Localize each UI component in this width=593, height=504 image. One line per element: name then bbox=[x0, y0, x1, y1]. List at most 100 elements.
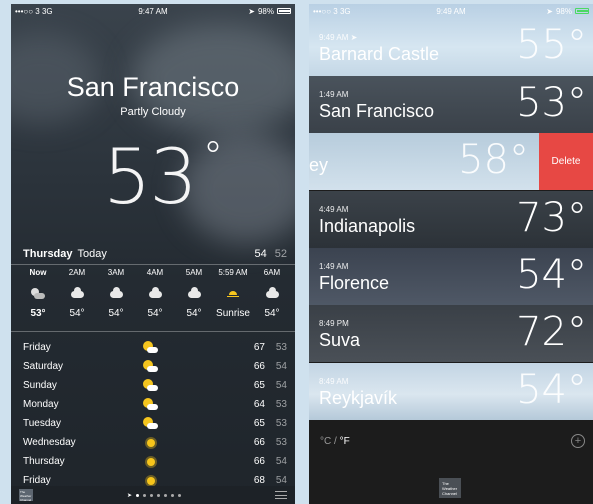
day-high: 65 bbox=[253, 380, 265, 391]
status-bar: •••○○ 3 3G 9:49 AM ➤ 98% bbox=[309, 4, 593, 18]
delete-button[interactable]: Delete bbox=[539, 133, 593, 191]
hour-temp: 54° bbox=[108, 308, 124, 319]
clock: 9:47 AM bbox=[138, 6, 168, 16]
daily-row: Monday 64 53 bbox=[23, 395, 287, 414]
day-low: 53 bbox=[275, 418, 287, 429]
city-row-name: Suva bbox=[319, 330, 361, 351]
today-low: 52 bbox=[274, 248, 287, 260]
city-row[interactable]: 1:49 AM Florence 54° bbox=[309, 247, 593, 305]
day-low: 54 bbox=[275, 456, 287, 467]
day-high: 65 bbox=[253, 418, 265, 429]
hour-temp: 54° bbox=[264, 308, 280, 319]
hour-label: 2AM bbox=[68, 268, 86, 277]
daily-row: Friday 67 53 bbox=[23, 338, 287, 357]
hourly-item: Now 53° bbox=[19, 268, 57, 319]
day-high: 66 bbox=[253, 437, 265, 448]
sun-icon bbox=[147, 438, 155, 447]
city-list-icon[interactable] bbox=[275, 491, 287, 499]
city-row-name: Reykjavík bbox=[319, 387, 398, 408]
unit-separator: / bbox=[331, 436, 340, 447]
city-row-temp: 55° bbox=[516, 22, 587, 68]
hourly-item: 6AM 54° bbox=[253, 268, 291, 319]
city-row-temp: 54° bbox=[516, 366, 587, 413]
city-row-temp: 73° bbox=[516, 194, 587, 241]
city-row-name: Indianapolis bbox=[319, 215, 416, 236]
hourly-item: 3AM 54° bbox=[97, 268, 135, 319]
city-row-name: San Francisco bbox=[319, 101, 435, 122]
battery-icon bbox=[277, 8, 291, 14]
city-row-temp: 72° bbox=[516, 309, 587, 356]
partly-sunny-icon bbox=[144, 398, 158, 411]
daily-row: Tuesday 65 53 bbox=[23, 414, 287, 433]
unit-toggle[interactable]: °C / °F bbox=[320, 436, 350, 447]
hour-label: Now bbox=[29, 268, 47, 277]
city-row[interactable]: 8:49 AM Reykjavík 54° bbox=[309, 362, 593, 420]
day-high: 67 bbox=[253, 342, 265, 353]
city-row[interactable]: 1:49 AM San Francisco 53° bbox=[309, 76, 593, 133]
daily-row: Sunday 65 54 bbox=[23, 376, 287, 395]
sun-icon bbox=[147, 476, 155, 485]
day-name: Saturday bbox=[23, 361, 64, 372]
day-name: Sunday bbox=[23, 380, 57, 391]
fahrenheit-option[interactable]: °F bbox=[340, 436, 350, 447]
city-row-name: Florence bbox=[319, 272, 390, 293]
condition-label: Partly Cloudy bbox=[120, 106, 186, 118]
day-name: Monday bbox=[23, 399, 59, 410]
city-local-time: 1:49 AM bbox=[319, 90, 349, 100]
today-label: Today bbox=[77, 248, 107, 260]
partly-sunny-icon bbox=[144, 341, 158, 354]
day-high: 64 bbox=[253, 399, 265, 410]
degree-symbol: ° bbox=[203, 134, 223, 180]
current-temperature: 53 bbox=[103, 132, 198, 221]
day-low: 54 bbox=[275, 475, 287, 486]
hour-label: 5:59 AM bbox=[218, 268, 248, 277]
city-row-name: Barnard Castle bbox=[319, 44, 440, 65]
weather-channel-logo[interactable]: The Weather Channel bbox=[439, 478, 461, 498]
battery-icon bbox=[575, 8, 589, 14]
cloud-icon bbox=[148, 286, 162, 298]
day-name: Tuesday bbox=[23, 418, 61, 429]
partly-sunny-icon bbox=[144, 417, 158, 430]
city-local-time: 4:49 AM bbox=[319, 204, 349, 214]
bottom-toolbar: The Weather Channel ➤ bbox=[11, 486, 295, 504]
city-row[interactable]: 8:49 PM Suva 72° bbox=[309, 305, 593, 363]
hour-label: 4AM bbox=[146, 268, 164, 277]
hourly-forecast[interactable]: Now 53° 2AM 54° 3AM 54° 4AM 54° 5AM 54° 5:59 AM Sun… bbox=[19, 268, 291, 319]
daily-row: Wednesday 66 53 bbox=[23, 433, 287, 452]
day-name: Thursday bbox=[23, 456, 65, 467]
hourly-item: 2AM 54° bbox=[58, 268, 96, 319]
city-local-time: 8:49 AM bbox=[319, 376, 349, 386]
city-row-temp: 53° bbox=[516, 80, 587, 126]
day-name: Friday bbox=[23, 475, 51, 486]
city-row-temp: 58° bbox=[458, 137, 529, 184]
day-low: 53 bbox=[275, 399, 287, 410]
city-row[interactable]: ey 58° Delete bbox=[309, 133, 593, 191]
day-high: 66 bbox=[253, 361, 265, 372]
day-high: 66 bbox=[253, 456, 265, 467]
add-city-icon[interactable]: + bbox=[571, 434, 585, 448]
status-bar: •••○○ 3 3G 9:47 AM ➤ 98% bbox=[11, 4, 295, 18]
hourly-item: 4AM 54° bbox=[136, 268, 174, 319]
today-high: 54 bbox=[254, 248, 267, 260]
hour-temp: 54° bbox=[69, 308, 85, 319]
hour-temp: 53° bbox=[30, 308, 46, 319]
day-low: 54 bbox=[275, 380, 287, 391]
hour-temp: Sunrise bbox=[216, 308, 250, 319]
daily-row: Saturday 66 54 bbox=[23, 357, 287, 376]
day-low: 54 bbox=[275, 361, 287, 372]
city-row-temp: 54° bbox=[516, 251, 587, 298]
page-indicator[interactable]: ➤ bbox=[127, 492, 182, 499]
city-local-time: 1:49 AM bbox=[319, 262, 349, 272]
partly-sunny-icon bbox=[144, 360, 158, 373]
weather-channel-logo[interactable]: The Weather Channel bbox=[19, 489, 33, 502]
city-list-screen: •••○○ 3 3G 9:49 AM ➤ 98% 9:49 AM ➤ Barnard… bbox=[309, 4, 593, 504]
hourly-item: 5AM 54° bbox=[175, 268, 213, 319]
city-local-time: 8:49 PM bbox=[319, 319, 349, 329]
cloud-icon bbox=[187, 286, 201, 298]
hour-label: 6AM bbox=[263, 268, 281, 277]
day-low: 53 bbox=[275, 437, 287, 448]
day-low: 53 bbox=[275, 342, 287, 353]
day-high: 68 bbox=[253, 475, 265, 486]
celsius-option[interactable]: °C bbox=[320, 436, 331, 447]
city-row[interactable]: 4:49 AM Indianapolis 73° bbox=[309, 190, 593, 248]
